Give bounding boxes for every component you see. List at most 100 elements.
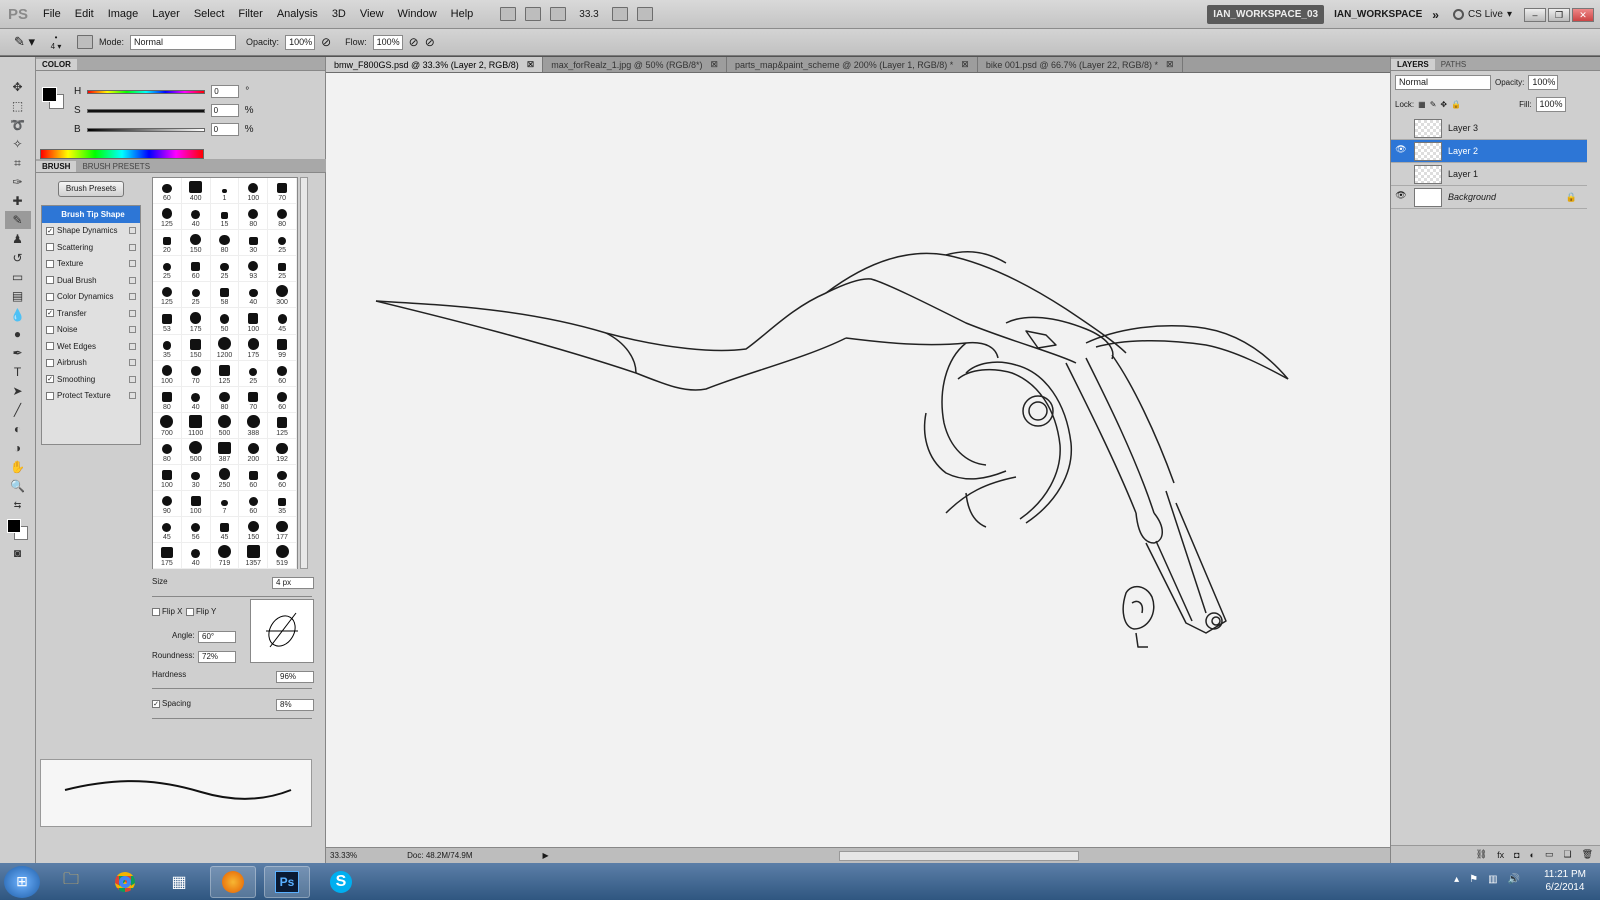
explorer-icon[interactable]: 🗀 — [48, 866, 94, 898]
document-tab[interactable]: bike 001.psd @ 66.7% (Layer 22, RGB/8) *… — [978, 57, 1183, 72]
new-group-icon[interactable]: ▭ — [1545, 849, 1554, 860]
action-center-icon[interactable]: ⚑ — [1469, 874, 1478, 885]
tab-layers[interactable]: LAYERS — [1391, 59, 1435, 70]
saturation-slider[interactable] — [86, 108, 205, 113]
brush-tip[interactable]: 125 — [153, 204, 182, 231]
layer-row[interactable]: Layer 3 — [1391, 117, 1587, 140]
menu-help[interactable]: Help — [444, 0, 481, 29]
taskbar-clock[interactable]: 11:21 PM 6/2/2014 — [1544, 868, 1586, 894]
path-select-tool-icon[interactable]: ➤ — [5, 382, 31, 400]
brush-tip[interactable]: 70 — [181, 360, 211, 387]
brush-setting-scattering[interactable]: Scattering — [42, 239, 140, 256]
tray-expand-icon[interactable]: ▴ — [1454, 874, 1459, 885]
hue-value[interactable]: 0 — [211, 85, 240, 98]
brush-tip[interactable]: 30 — [239, 230, 269, 257]
tab-brush-presets[interactable]: BRUSH PRESETS — [76, 161, 156, 172]
brush-tip[interactable]: 90 — [153, 491, 182, 518]
gradient-tool-icon[interactable]: ▤ — [5, 287, 31, 305]
spacing-slider[interactable] — [152, 715, 312, 719]
brush-tip[interactable]: 25 — [210, 256, 240, 283]
status-doc-size[interactable]: Doc: 48.2M/74.9M — [407, 851, 472, 860]
spacing-field[interactable]: 8% — [276, 699, 314, 711]
brush-tip[interactable]: 192 — [268, 438, 297, 466]
brush-tip[interactable]: 1357 — [239, 543, 269, 570]
brush-tip[interactable]: 25 — [268, 256, 297, 283]
crop-tool-icon[interactable]: ⌗ — [5, 154, 31, 172]
brush-tip[interactable]: 45 — [153, 517, 182, 544]
brush-tip[interactable]: 1100 — [181, 412, 211, 439]
brush-setting-brush-tip-shape[interactable]: Brush Tip Shape — [42, 206, 140, 223]
checkbox[interactable] — [46, 292, 54, 301]
flow-field[interactable]: 100% — [372, 34, 403, 50]
document-tab[interactable]: parts_map&paint_scheme @ 200% (Layer 1, … — [727, 57, 978, 72]
hue-slider[interactable] — [87, 89, 206, 94]
document-canvas[interactable] — [326, 73, 1390, 847]
pen-tool-icon[interactable]: ✒ — [5, 344, 31, 362]
photoshop-taskbar-icon[interactable]: Ps — [264, 865, 310, 898]
brush-tip[interactable]: 80 — [210, 386, 240, 413]
size-pressure-icon[interactable]: ⊘ — [425, 35, 435, 49]
brush-tip[interactable]: 500 — [210, 412, 240, 439]
checkbox[interactable]: ✓ — [46, 309, 54, 318]
lasso-tool-icon[interactable]: ➰ — [5, 116, 31, 134]
mini-bridge-icon[interactable] — [525, 7, 542, 21]
roundness-field[interactable]: 72% — [198, 651, 236, 663]
brush-tip[interactable]: 125 — [268, 412, 297, 439]
brush-size-picker[interactable]: • 4 ▾ — [41, 33, 71, 51]
brush-tip[interactable]: 40 — [181, 386, 211, 413]
marquee-tool-icon[interactable]: ⬚ — [5, 97, 31, 115]
visibility-eye-icon[interactable]: 👁 — [1394, 144, 1408, 158]
brush-tip[interactable]: 35 — [153, 334, 182, 361]
lock-icon[interactable] — [129, 359, 136, 367]
firefox-icon[interactable] — [210, 865, 256, 898]
brush-tip[interactable]: 45 — [268, 308, 297, 335]
brush-setting-protect-texture[interactable]: Protect Texture — [42, 388, 140, 405]
menu-filter[interactable]: Filter — [231, 0, 269, 29]
saturation-value[interactable]: 0 — [210, 104, 239, 117]
new-layer-icon[interactable]: ❑ — [1563, 849, 1571, 860]
lock-icon[interactable] — [129, 309, 136, 317]
brush-tip[interactable]: 60 — [153, 178, 182, 205]
zoom-tool-icon[interactable]: 🔍 — [5, 477, 31, 495]
menu-file[interactable]: File — [36, 0, 68, 29]
brush-tip[interactable]: 15 — [210, 204, 240, 231]
brush-tip[interactable]: 99 — [268, 334, 297, 361]
document-tab[interactable]: bmw_F800GS.psd @ 33.3% (Layer 2, RGB/8) ⊠ — [326, 57, 544, 72]
lock-icon[interactable] — [129, 342, 136, 350]
brush-tip[interactable]: 20 — [153, 230, 182, 257]
menu-3d[interactable]: 3D — [325, 0, 353, 29]
delete-layer-icon[interactable]: 🗑 — [1582, 849, 1593, 860]
eyedropper-tool-icon[interactable]: ✑ — [5, 173, 31, 191]
brush-tip[interactable]: 25 — [239, 360, 269, 387]
menu-edit[interactable]: Edit — [68, 0, 101, 29]
brush-tip[interactable]: 60 — [268, 386, 297, 413]
color-ramp[interactable] — [40, 149, 204, 159]
size-slider[interactable] — [152, 593, 312, 597]
brush-tip[interactable]: 1200 — [210, 334, 240, 361]
spacing-checkbox[interactable]: ✓ Spacing — [152, 699, 191, 708]
network-icon[interactable]: ▥ — [1488, 874, 1497, 885]
checkbox[interactable]: ✓ — [46, 375, 54, 384]
brush-tip[interactable]: 60 — [239, 465, 269, 492]
brush-tip[interactable]: 80 — [239, 204, 269, 231]
brush-setting-shape-dynamics[interactable]: ✓ Shape Dynamics — [42, 223, 140, 240]
brush-tip[interactable]: 519 — [268, 543, 297, 570]
brightness-value[interactable]: 0 — [210, 123, 239, 136]
layer-row[interactable]: 👁 Layer 2 — [1391, 140, 1587, 163]
hardness-field[interactable]: 96% — [276, 671, 314, 683]
brush-tip[interactable]: 60 — [181, 256, 211, 283]
tab-color[interactable]: COLOR — [36, 59, 77, 70]
brush-setting-color-dynamics[interactable]: Color Dynamics — [42, 289, 140, 306]
visibility-eye-icon[interactable]: 👁 — [1394, 190, 1408, 204]
brush-tip[interactable]: 40 — [239, 282, 269, 309]
menu-view[interactable]: View — [353, 0, 391, 29]
brush-tip[interactable]: 35 — [268, 491, 297, 518]
lock-icon[interactable] — [129, 260, 136, 268]
brush-tip[interactable]: 50 — [210, 308, 240, 335]
lock-pixels-icon[interactable]: ✎ — [1430, 100, 1437, 109]
layer-row[interactable]: Layer 1 — [1391, 163, 1587, 186]
type-tool-icon[interactable]: T — [5, 363, 31, 381]
minimize-icon[interactable]: – — [1524, 7, 1546, 22]
swap-colors-icon[interactable]: ⇆ — [5, 496, 31, 514]
fill-field[interactable]: 100% — [1535, 96, 1566, 112]
